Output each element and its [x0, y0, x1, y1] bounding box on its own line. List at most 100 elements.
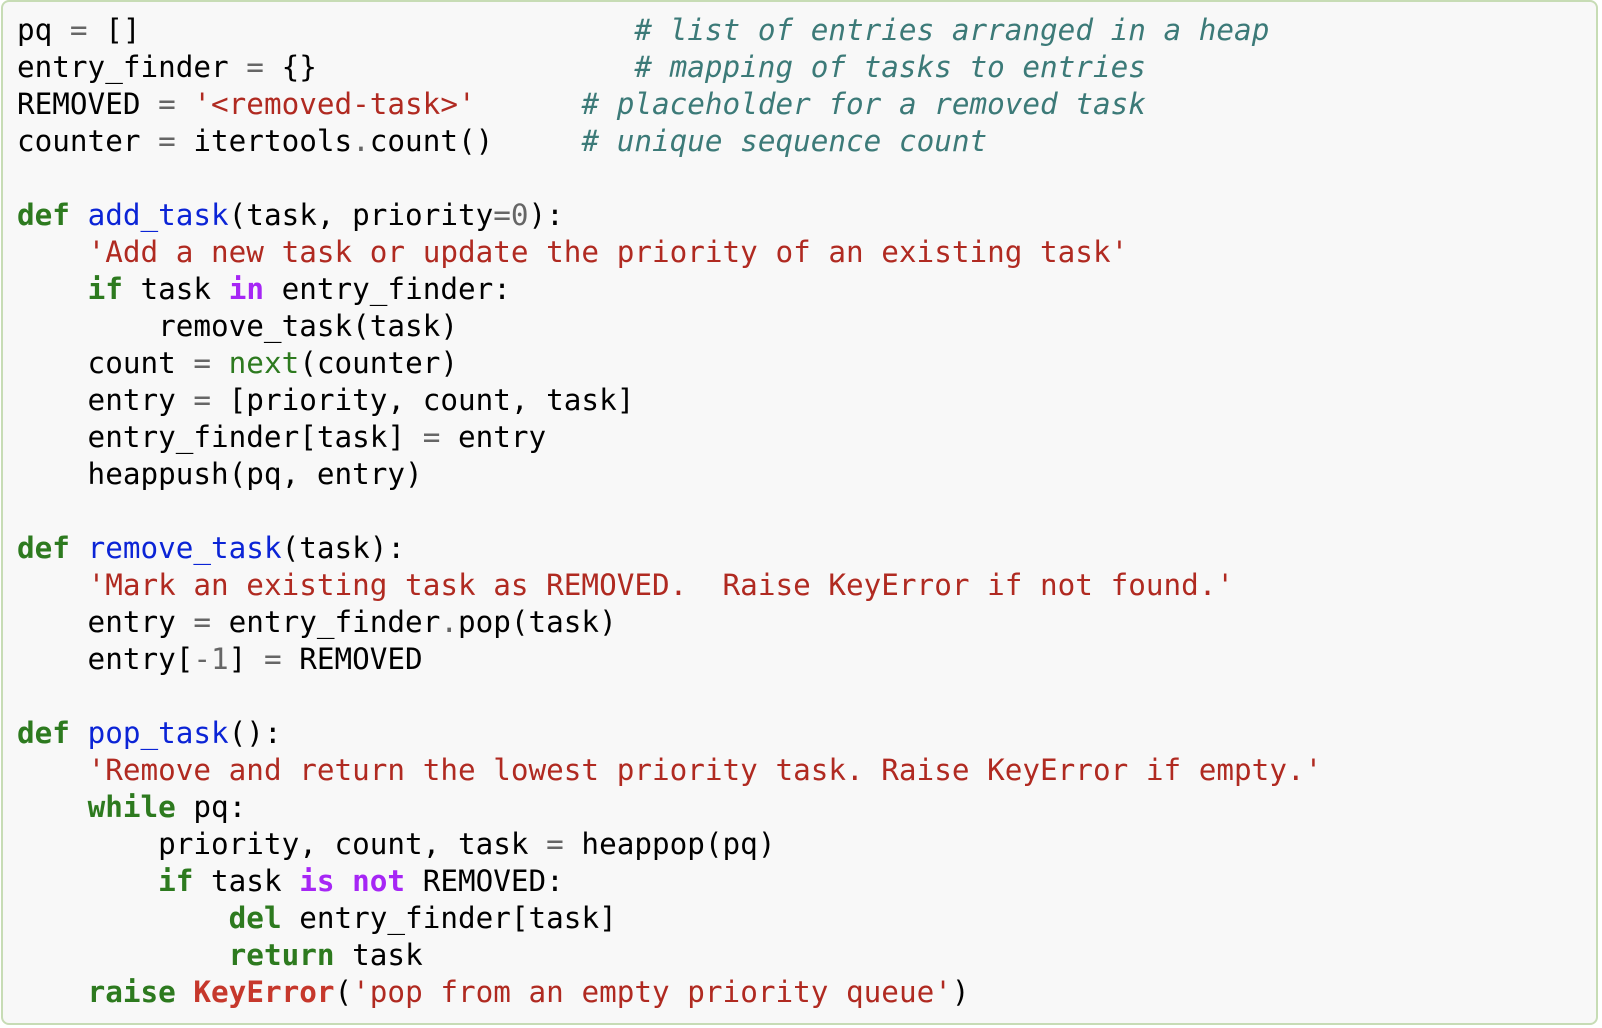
code-token-kw: del — [228, 901, 282, 935]
code-line: del entry_finder[task] — [17, 900, 1322, 937]
code-token-kw: def — [17, 198, 70, 232]
code-token-exc: KeyError — [193, 975, 335, 1009]
code-token-str: 'Mark an existing task as REMOVED. Raise… — [87, 568, 1235, 602]
code-token-num: 0 — [510, 198, 529, 232]
code-token-kw2: not — [352, 864, 406, 898]
code-token-plain: entry_finder — [211, 605, 441, 639]
code-token-plain: ] — [228, 642, 264, 676]
code-token-kw: def — [17, 716, 70, 750]
code-line: raise KeyError('pop from an empty priori… — [17, 974, 1322, 1011]
code-token-plain: task — [122, 272, 229, 306]
code-token-plain: (): — [228, 716, 282, 750]
code-listing: pq = [] # list of entries arranged in a … — [17, 12, 1322, 1011]
code-token-plain: pop(task) — [457, 605, 617, 639]
code-token-plain: entry[ — [17, 642, 194, 676]
code-token-str: '<removed-task>' — [193, 87, 476, 121]
code-line: 'Mark an existing task as REMOVED. Raise… — [17, 567, 1322, 604]
code-line: heappush(pq, entry) — [17, 456, 1322, 493]
code-token-plain: entry_finder[task] — [17, 420, 423, 454]
code-token-op: = — [546, 827, 564, 861]
code-token-com: # placeholder for a removed task — [581, 87, 1146, 121]
code-token-str: 'Add a new task or update the priority o… — [87, 235, 1129, 269]
code-token-com: # list of entries arranged in a heap — [634, 13, 1270, 47]
code-line: entry_finder[task] = entry — [17, 419, 1322, 456]
code-token-plain: entry — [17, 605, 194, 639]
code-line: return task — [17, 937, 1322, 974]
code-token-plain: count() — [369, 124, 582, 158]
code-token-op: = — [422, 420, 441, 454]
code-block: pq = [] # list of entries arranged in a … — [1, 0, 1598, 1025]
code-token-kw: if — [87, 272, 123, 306]
code-token-plain: pq: — [175, 790, 247, 824]
code-line: entry_finder = {} # mapping of tasks to … — [17, 49, 1322, 86]
code-token-op: = — [69, 13, 88, 47]
code-token-plain: {} — [263, 50, 635, 84]
code-token-plain: counter — [17, 124, 159, 158]
code-line: def remove_task(task): — [17, 530, 1322, 567]
code-token-op: . — [352, 124, 370, 158]
code-line: remove_task(task) — [17, 308, 1322, 345]
code-line: if task in entry_finder: — [17, 271, 1322, 308]
code-token-plain: ) — [951, 975, 970, 1009]
code-token-plain: entry_finder: — [263, 272, 511, 306]
code-token-kw: return — [228, 938, 335, 972]
code-token-kw2: in — [228, 272, 264, 306]
code-token-op: . — [440, 605, 458, 639]
code-token-plain: itertools — [175, 124, 353, 158]
code-token-plain: REMOVED: — [405, 864, 564, 898]
code-token-com: # unique sequence count — [581, 124, 988, 158]
code-line: def pop_task(): — [17, 715, 1322, 752]
code-line: REMOVED = '<removed-task>' # placeholder… — [17, 86, 1322, 123]
code-token-plain: ): — [528, 198, 564, 232]
code-line: count = next(counter) — [17, 345, 1322, 382]
code-token-plain: priority, count, task — [17, 827, 547, 861]
code-token-op: - — [193, 642, 212, 676]
code-token-plain: entry_finder[task] — [281, 901, 617, 935]
code-token-plain: REMOVED — [281, 642, 423, 676]
code-token-plain: entry — [440, 420, 547, 454]
code-token-plain: pq — [17, 13, 70, 47]
code-token-plain: [priority, count, task] — [211, 383, 635, 417]
code-token-plain: ( — [334, 975, 353, 1009]
code-token-op: = — [263, 642, 282, 676]
code-token-fn: pop_task — [87, 716, 229, 750]
code-line: entry[-1] = REMOVED — [17, 641, 1322, 678]
code-token-plain: (task, priority — [228, 198, 494, 232]
code-token-plain: (task): — [281, 531, 406, 565]
code-token-op: = — [158, 87, 176, 121]
code-line: if task is not REMOVED: — [17, 863, 1322, 900]
code-token-op: = — [493, 198, 511, 232]
code-line: def add_task(task, priority=0): — [17, 197, 1322, 234]
code-token-op: = — [193, 605, 212, 639]
code-line: pq = [] # list of entries arranged in a … — [17, 12, 1322, 49]
code-token-plain: [] — [87, 13, 635, 47]
code-token-plain: entry — [17, 383, 194, 417]
code-token-kw: def — [17, 531, 70, 565]
code-token-str: 'Remove and return the lowest priority t… — [87, 753, 1323, 787]
code-token-kw: if — [158, 864, 194, 898]
code-token-num: 1 — [211, 642, 229, 676]
code-token-plain: entry_finder — [17, 50, 247, 84]
code-token-op: = — [158, 124, 176, 158]
code-token-kw2: is — [299, 864, 335, 898]
code-line: 'Add a new task or update the priority o… — [17, 234, 1322, 271]
code-token-kw: while — [87, 790, 176, 824]
code-line: counter = itertools.count() # unique seq… — [17, 123, 1322, 160]
code-token-plain: task — [193, 864, 300, 898]
code-token-com: # mapping of tasks to entries — [634, 50, 1146, 84]
